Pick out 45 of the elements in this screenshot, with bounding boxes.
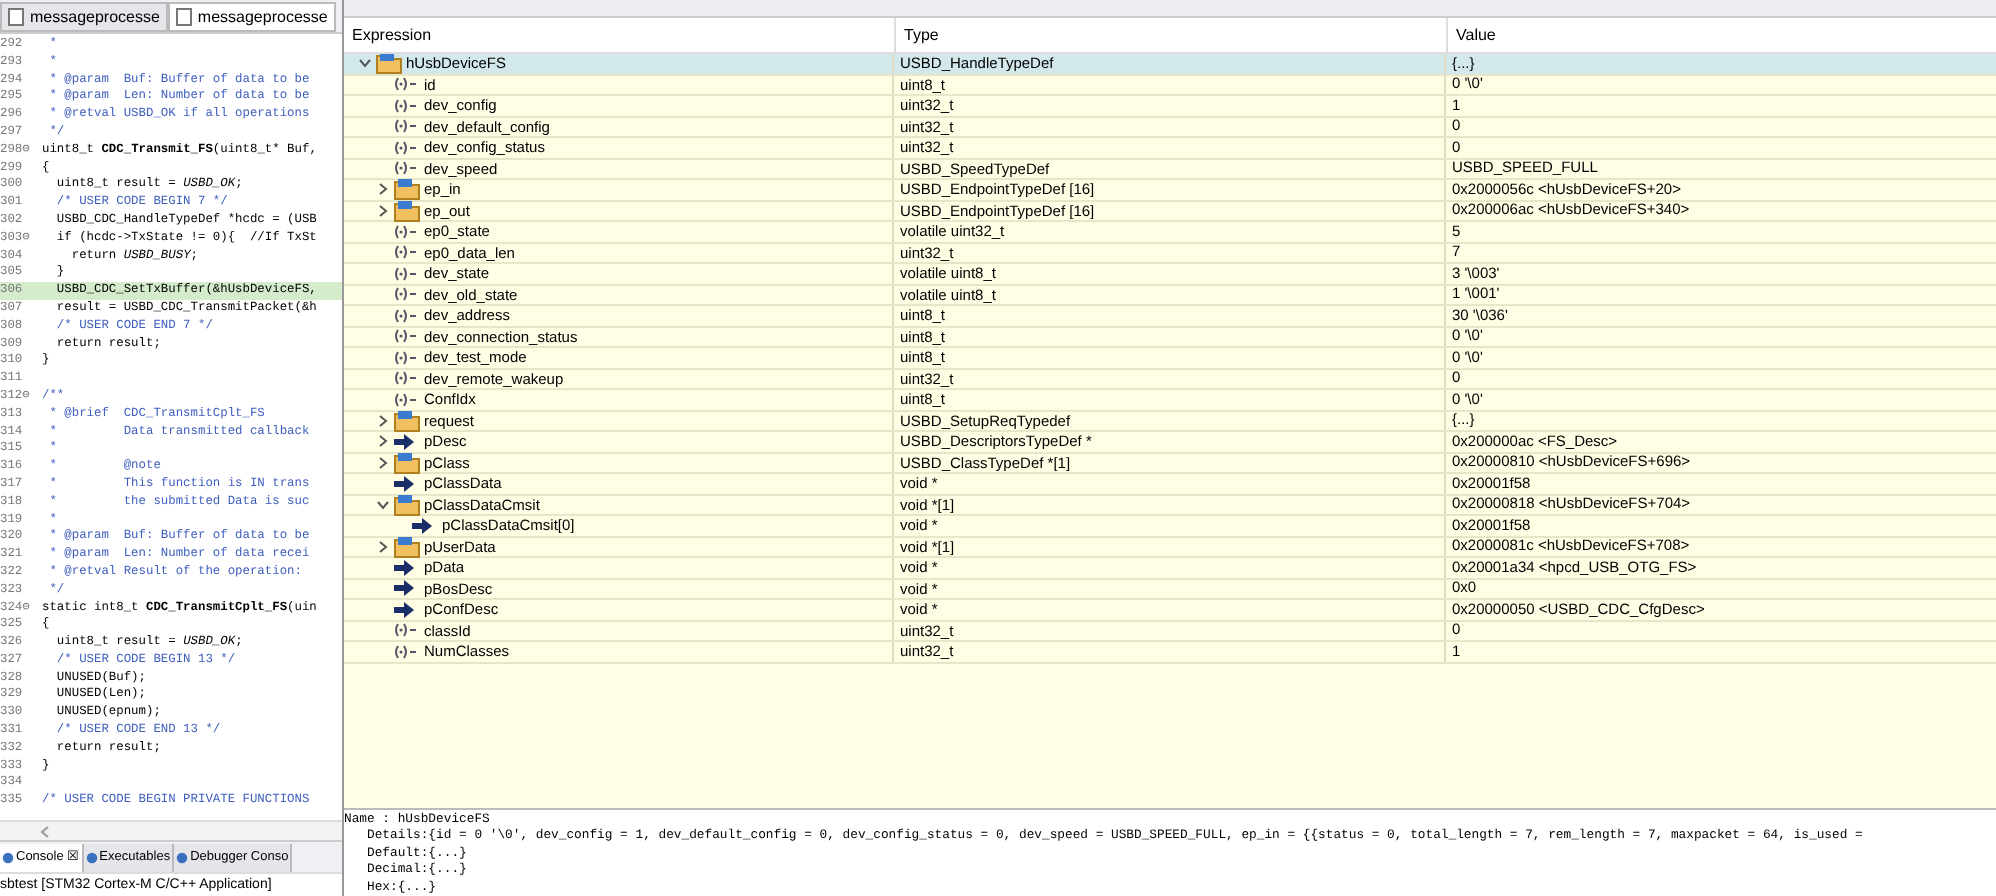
variable-icon	[394, 118, 420, 135]
chevron-right-icon[interactable]	[375, 434, 389, 449]
chevron-right-icon[interactable]	[375, 182, 389, 197]
variable-icon	[394, 76, 420, 93]
variable-icon	[394, 223, 420, 240]
variable-icon	[394, 160, 420, 177]
tab-icon	[2, 851, 14, 863]
scroll-left-icon[interactable]	[40, 825, 50, 837]
chevron-right-icon[interactable]	[375, 539, 389, 554]
variable-icon	[394, 370, 420, 387]
folder-icon	[394, 409, 420, 432]
column-header[interactable]: Type	[896, 18, 1448, 52]
tab-icon	[176, 851, 189, 863]
chevron-right-icon[interactable]	[375, 203, 389, 218]
variable-icon	[394, 643, 420, 660]
folder-icon	[394, 451, 420, 474]
folder-icon	[394, 493, 420, 516]
arrow-icon	[394, 433, 414, 450]
file-icon	[175, 8, 192, 26]
variable-icon	[394, 244, 420, 261]
editor-tab[interactable]: messageprocesse	[167, 2, 336, 32]
arrow-icon	[412, 517, 432, 534]
variable-icon	[394, 139, 420, 156]
variable-icon	[394, 349, 420, 366]
variable-icon	[394, 307, 420, 324]
folder-icon	[394, 178, 420, 201]
variable-icon	[394, 391, 420, 408]
folder-icon	[376, 54, 402, 75]
variable-icon	[394, 328, 420, 345]
chevron-down-icon[interactable]	[357, 56, 371, 71]
editor-tab[interactable]: messageprocesse	[0, 2, 168, 32]
column-header[interactable]: Value	[1448, 18, 1496, 52]
variable-icon	[394, 265, 420, 282]
variable-icon	[394, 286, 420, 303]
chevron-right-icon[interactable]	[375, 413, 389, 428]
variable-icon	[394, 622, 420, 639]
chevron-right-icon[interactable]	[375, 455, 389, 470]
folder-icon	[394, 535, 420, 558]
chevron-down-icon[interactable]	[375, 497, 389, 512]
column-header[interactable]: Expression	[344, 18, 896, 52]
arrow-icon	[394, 475, 414, 492]
folder-icon	[394, 199, 420, 222]
file-icon	[8, 8, 24, 26]
variable-icon	[394, 97, 420, 114]
tab-icon	[85, 851, 98, 863]
